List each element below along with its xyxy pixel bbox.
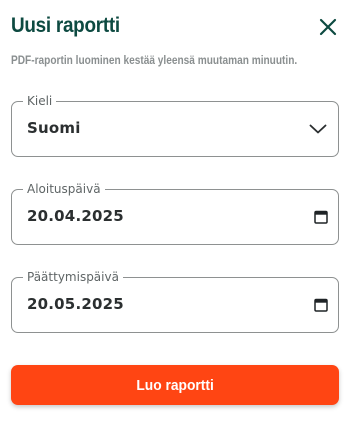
calendar-icon[interactable]: [314, 210, 328, 224]
start-date-field[interactable]: Aloituspäivä 20.04.2025: [11, 181, 339, 245]
end-date-value: 20.05.2025: [27, 295, 124, 313]
end-date-label: Päättymispäivä: [23, 269, 123, 285]
close-icon: [319, 18, 337, 36]
dialog-subtitle: PDF-raportin luominen kestää yleensä muu…: [11, 55, 298, 67]
create-report-dialog: Uusi raportti PDF-raportin luominen kest…: [0, 0, 354, 422]
calendar-icon[interactable]: [314, 298, 328, 312]
create-report-button[interactable]: Luo raportti: [11, 365, 339, 405]
language-select[interactable]: Kieli Suomi: [11, 93, 339, 157]
create-report-button-label: Luo raportti: [136, 376, 214, 394]
start-date-value: 20.04.2025: [27, 207, 124, 225]
language-label: Kieli: [23, 93, 57, 109]
chevron-down-icon: [309, 124, 327, 134]
close-button[interactable]: [316, 15, 340, 39]
end-date-field[interactable]: Päättymispäivä 20.05.2025: [11, 269, 339, 333]
dialog-title: Uusi raportti: [11, 14, 120, 37]
language-value: Suomi: [27, 119, 81, 137]
start-date-label: Aloituspäivä: [23, 181, 105, 197]
